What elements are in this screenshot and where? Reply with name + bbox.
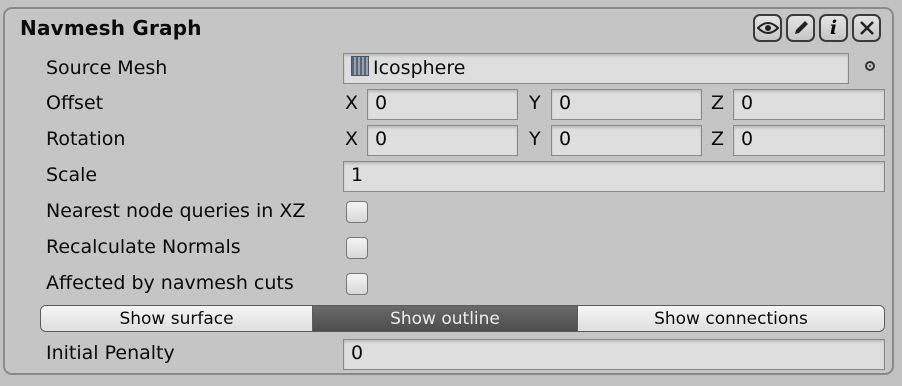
offset-z-field[interactable]: 0 [733, 89, 885, 120]
eye-button[interactable] [753, 14, 782, 42]
show-surface-button[interactable]: Show surface [41, 306, 312, 331]
rotation-label: Rotation [46, 128, 126, 150]
show-connections-button[interactable]: Show connections [577, 306, 884, 331]
info-button[interactable]: i [819, 14, 848, 42]
offset-x-label: X [345, 92, 359, 114]
nearest-node-xz-checkbox[interactable] [346, 201, 368, 223]
pencil-icon [794, 21, 808, 34]
rotation-z-field[interactable]: 0 [733, 125, 885, 156]
eye-icon [756, 22, 779, 34]
rotation-x-field[interactable]: 0 [367, 125, 518, 156]
rotation-z-label: Z [711, 128, 725, 150]
recalculate-normals-label: Recalculate Normals [46, 236, 241, 258]
offset-label: Offset [46, 92, 104, 114]
close-icon [859, 21, 874, 35]
mesh-icon [351, 56, 369, 76]
rotation-x-label: X [345, 128, 359, 150]
offset-y-field[interactable]: 0 [551, 89, 702, 120]
initial-penalty-field[interactable]: 0 [343, 339, 885, 370]
offset-x-field[interactable]: 0 [367, 89, 518, 120]
offset-y-label: Y [529, 92, 541, 114]
rotation-y-field[interactable]: 0 [551, 125, 702, 156]
edit-button[interactable] [786, 14, 815, 42]
offset-z-label: Z [711, 92, 725, 114]
close-button[interactable] [852, 14, 881, 42]
navmesh-cuts-label: Affected by navmesh cuts [46, 272, 294, 294]
source-mesh-value: Icosphere [373, 57, 466, 79]
recalculate-normals-checkbox[interactable] [346, 237, 368, 259]
rotation-y-label: Y [529, 128, 541, 150]
object-picker-icon[interactable] [865, 61, 875, 71]
source-mesh-field[interactable]: Icosphere [343, 53, 849, 84]
header-buttons: i [753, 14, 881, 42]
nearest-node-xz-label: Nearest node queries in XZ [46, 200, 306, 222]
scale-field[interactable]: 1 [343, 161, 885, 192]
show-outline-button[interactable]: Show outline [312, 306, 577, 331]
info-icon: i [829, 17, 838, 39]
scale-label: Scale [46, 164, 98, 186]
source-mesh-label: Source Mesh [46, 57, 168, 79]
panel-title: Navmesh Graph [20, 16, 202, 40]
navmesh-cuts-checkbox[interactable] [346, 273, 368, 295]
initial-penalty-label: Initial Penalty [46, 342, 175, 364]
display-mode-toggle: Show surface Show outline Show connectio… [40, 305, 885, 332]
